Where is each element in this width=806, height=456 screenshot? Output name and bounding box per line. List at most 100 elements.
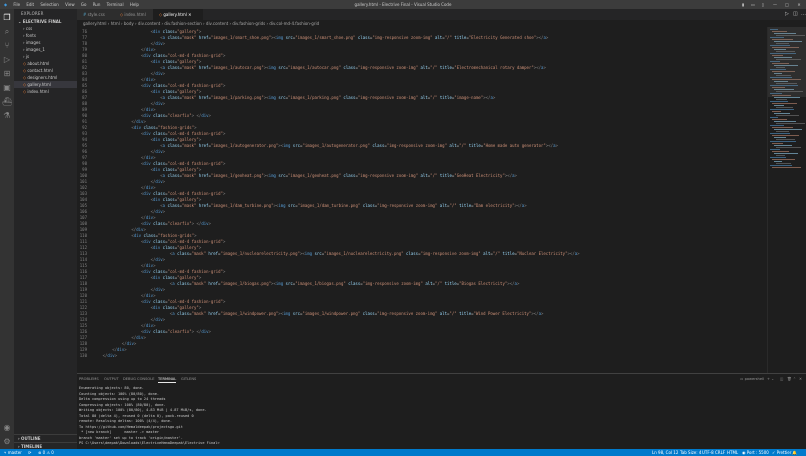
minimap-line bbox=[772, 111, 781, 112]
tree-item-fonts[interactable]: › fonts bbox=[14, 32, 77, 39]
maximize-icon[interactable]: □ bbox=[782, 0, 792, 9]
minimap-line bbox=[772, 167, 801, 168]
live-server-port[interactable]: ◉ Port : 5500 bbox=[742, 449, 769, 456]
split-editor-icon[interactable]: ◫ bbox=[793, 9, 798, 20]
docker-icon[interactable]: ⛴ bbox=[2, 97, 12, 107]
close-icon[interactable]: ✕ bbox=[794, 0, 804, 9]
minimap-line bbox=[774, 153, 798, 154]
tree-item-designers[interactable]: ◇ designers.html bbox=[14, 74, 77, 81]
minimap-viewport[interactable] bbox=[768, 27, 806, 97]
indentation[interactable]: Tab Size: 4 bbox=[680, 449, 701, 456]
minimap-line bbox=[772, 127, 793, 128]
tab-problems[interactable]: PROBLEMS bbox=[79, 374, 99, 384]
tab-output[interactable]: OUTPUT bbox=[104, 374, 119, 384]
kill-terminal-icon[interactable]: 🗑 bbox=[787, 374, 792, 384]
minimap-line bbox=[770, 109, 794, 110]
terminal-shell-selector[interactable]: ▭ powershell bbox=[740, 374, 764, 384]
layout-icon[interactable]: ▯ bbox=[758, 0, 768, 9]
breadcrumb[interactable]: gallery.html › html › body › div.content… bbox=[77, 20, 806, 27]
explorer-icon[interactable]: ❐ bbox=[2, 13, 12, 23]
source-control-icon[interactable]: ⑂ bbox=[2, 41, 12, 51]
tree-item-index[interactable]: ◇ index.html bbox=[14, 88, 77, 95]
minimize-icon[interactable]: — bbox=[770, 0, 780, 9]
encoding[interactable]: UTF-8 bbox=[702, 449, 714, 456]
toggle-panel-icon[interactable]: ▭ bbox=[748, 0, 758, 9]
minimap[interactable] bbox=[767, 27, 806, 373]
minimap-line bbox=[770, 117, 778, 118]
terminal-output[interactable]: Enumerating objects: 80, done. Counting o… bbox=[79, 386, 222, 447]
workspace-folder[interactable]: ⌄ ELECTRIVE FINAL bbox=[14, 18, 77, 25]
outline-section[interactable]: › OUTLINE bbox=[14, 434, 81, 442]
bottom-panel: PROBLEMS OUTPUT DEBUG CONSOLE TERMINAL G… bbox=[77, 373, 806, 450]
workspace-folder-label: ELECTRIVE FINAL bbox=[22, 19, 62, 24]
minimap-line bbox=[770, 149, 780, 150]
end-of-line[interactable]: CRLF bbox=[715, 449, 725, 456]
minimap-line bbox=[774, 121, 796, 122]
tree-item-css[interactable]: › css bbox=[14, 25, 77, 32]
shell-name: powershell bbox=[744, 377, 765, 381]
minimap-line bbox=[770, 165, 792, 166]
code-line[interactable]: 130 </div> bbox=[77, 353, 767, 359]
split-terminal-icon[interactable]: ◫ bbox=[780, 374, 783, 384]
tree-item-label: css bbox=[25, 26, 33, 31]
html-file-icon: ◇ bbox=[23, 89, 27, 94]
tree-item-about[interactable]: ◇ about.html bbox=[14, 60, 77, 67]
css-file-icon: # bbox=[83, 12, 87, 17]
minimap-line bbox=[776, 155, 785, 156]
prettier-label: Prettier bbox=[776, 450, 792, 455]
activity-bar: ❐ ⌕ ⑂ ▷ ⊞ ▣ ⛴ ⚗ ◉ ⚙ bbox=[0, 9, 14, 449]
source-control-branch[interactable]: ⑂ master bbox=[4, 449, 22, 456]
more-actions-icon[interactable]: … bbox=[801, 9, 806, 20]
minimap-line bbox=[776, 123, 805, 124]
html-file-icon: ◇ bbox=[23, 82, 27, 87]
account-icon[interactable]: ◉ bbox=[2, 423, 12, 433]
tab-terminal[interactable]: TERMINAL bbox=[158, 374, 177, 383]
tree-item-label: js bbox=[25, 54, 30, 59]
toggle-sidebar-icon[interactable]: ▮ bbox=[738, 0, 748, 9]
testing-icon[interactable]: ⚗ bbox=[2, 111, 12, 121]
tree-item-images-1[interactable]: › images_1 bbox=[14, 46, 77, 53]
minimap-line bbox=[776, 163, 791, 164]
tab-gallery-html[interactable]: ◇ gallery.html ✕ bbox=[153, 9, 204, 20]
search-icon[interactable]: ⌕ bbox=[2, 27, 12, 37]
tree-item-contact[interactable]: ◇ contact.html bbox=[14, 67, 77, 74]
minimap-line bbox=[774, 161, 782, 162]
tab-gitlens[interactable]: GITLENS bbox=[181, 374, 196, 384]
problems-count[interactable]: ⊗ 0 ⚠ 0 bbox=[38, 449, 54, 456]
run-icon[interactable]: ▷ bbox=[785, 9, 789, 20]
minimap-line bbox=[774, 145, 792, 146]
terminal-line: PS C:\Users\deepak\Downloads\ElectriveHe… bbox=[79, 441, 222, 445]
run-debug-icon[interactable]: ▷ bbox=[2, 55, 12, 65]
status-bar: ⑂ master ⟳ ⊗ 0 ⚠ 0 Ln 98, Col 12 Tab Siz… bbox=[0, 449, 806, 456]
close-panel-icon[interactable]: ✕ bbox=[799, 374, 802, 384]
sync-icon[interactable]: ⟳ bbox=[28, 449, 31, 456]
tab-debug-console[interactable]: DEBUG CONSOLE bbox=[123, 374, 154, 384]
language-mode[interactable]: HTML bbox=[727, 449, 738, 456]
cursor-position[interactable]: Ln 98, Col 12 bbox=[652, 449, 678, 456]
tree-item-js[interactable]: › js bbox=[14, 53, 77, 60]
minimap-line bbox=[776, 107, 793, 108]
remote-explorer-icon[interactable]: ▣ bbox=[2, 83, 12, 93]
close-tab-icon[interactable]: ✕ bbox=[188, 12, 191, 17]
title-bar: ◆ File Edit Selection View Go Run Termin… bbox=[0, 0, 806, 9]
code-editor[interactable]: 76 <div class="gallery"> 77 <a class="mask"… bbox=[77, 27, 767, 373]
tree-item-gallery[interactable]: ◇ gallery.html bbox=[14, 81, 77, 88]
explorer-sidebar: EXPLORER ⌄ ELECTRIVE FINAL › css › fonts… bbox=[14, 9, 81, 449]
tree-item-images[interactable]: › images bbox=[14, 39, 77, 46]
tab-label: index.html bbox=[124, 12, 146, 17]
extensions-icon[interactable]: ⊞ bbox=[2, 69, 12, 79]
minimap-line bbox=[772, 143, 783, 144]
minimap-line bbox=[776, 99, 787, 100]
notifications-bell-icon[interactable]: 🔔 bbox=[792, 449, 797, 456]
prettier-status[interactable]: ✓ Prettier bbox=[772, 449, 791, 456]
tree-item-label: images_1 bbox=[25, 47, 45, 52]
minimap-line bbox=[776, 131, 789, 132]
new-terminal-icon[interactable]: + ⌄ bbox=[767, 374, 774, 384]
maximize-panel-icon[interactable]: ⌃ bbox=[793, 374, 796, 384]
tree-item-label: contact.html bbox=[27, 68, 53, 73]
minimap-line bbox=[770, 101, 788, 102]
minimap-line bbox=[774, 105, 784, 106]
settings-gear-icon[interactable]: ⚙ bbox=[2, 437, 12, 447]
html-file-icon: ◇ bbox=[23, 75, 27, 80]
branch-icon: ⑂ bbox=[4, 450, 7, 455]
